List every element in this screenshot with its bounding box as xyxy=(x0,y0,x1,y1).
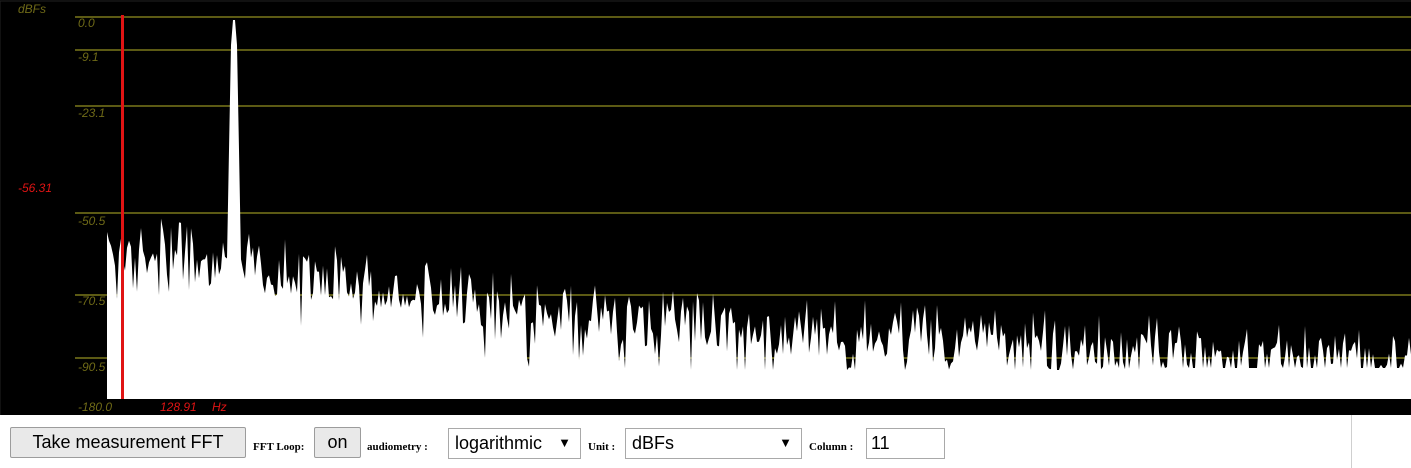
column-input[interactable] xyxy=(866,428,945,459)
unit-select[interactable]: dBFs ▼ xyxy=(625,428,802,459)
audiometry-value: logarithmic xyxy=(455,433,543,453)
control-bar: Take measurement FFT FFT Loop: on audiom… xyxy=(0,415,1352,468)
spectrum-canvas[interactable]: dBFs 0.0 -9.1 -23.1 -50.5 -70.5 -90.5 -1… xyxy=(0,0,1411,415)
fft-display[interactable]: dBFs 0.0 -9.1 -23.1 -50.5 -70.5 -90.5 -1… xyxy=(0,0,1411,415)
tick-3: -50.5 xyxy=(78,214,106,228)
unit-label: dBFs xyxy=(18,2,46,16)
cursor-frequency-unit: Hz xyxy=(212,400,227,414)
take-measurement-button[interactable]: Take measurement FFT xyxy=(10,427,246,458)
tick-5: -90.5 xyxy=(78,360,106,374)
audiometry-label: audiometry : xyxy=(367,441,428,453)
audiometry-select[interactable]: logarithmic ▼ xyxy=(448,428,581,459)
tick-0: 0.0 xyxy=(78,16,95,30)
frequency-cursor[interactable] xyxy=(121,15,124,399)
chevron-down-icon: ▼ xyxy=(558,435,571,450)
cursor-frequency-readout: 128.91 xyxy=(160,400,197,414)
tick-4: -70.5 xyxy=(78,294,106,308)
tick-2: -23.1 xyxy=(78,106,105,120)
tick-1: -9.1 xyxy=(78,50,99,64)
column-label: Column : xyxy=(809,441,854,453)
fft-loop-toggle[interactable]: on xyxy=(314,427,361,458)
tick-6: -180.0 xyxy=(78,400,112,414)
cursor-level-readout: -56.31 xyxy=(18,181,52,195)
unit-value: dBFs xyxy=(632,433,675,453)
spectrum-trace xyxy=(107,20,1411,399)
fft-loop-label: FFT Loop: xyxy=(253,441,305,453)
unit-label: Unit : xyxy=(588,441,616,453)
chevron-down-icon: ▼ xyxy=(779,435,792,450)
